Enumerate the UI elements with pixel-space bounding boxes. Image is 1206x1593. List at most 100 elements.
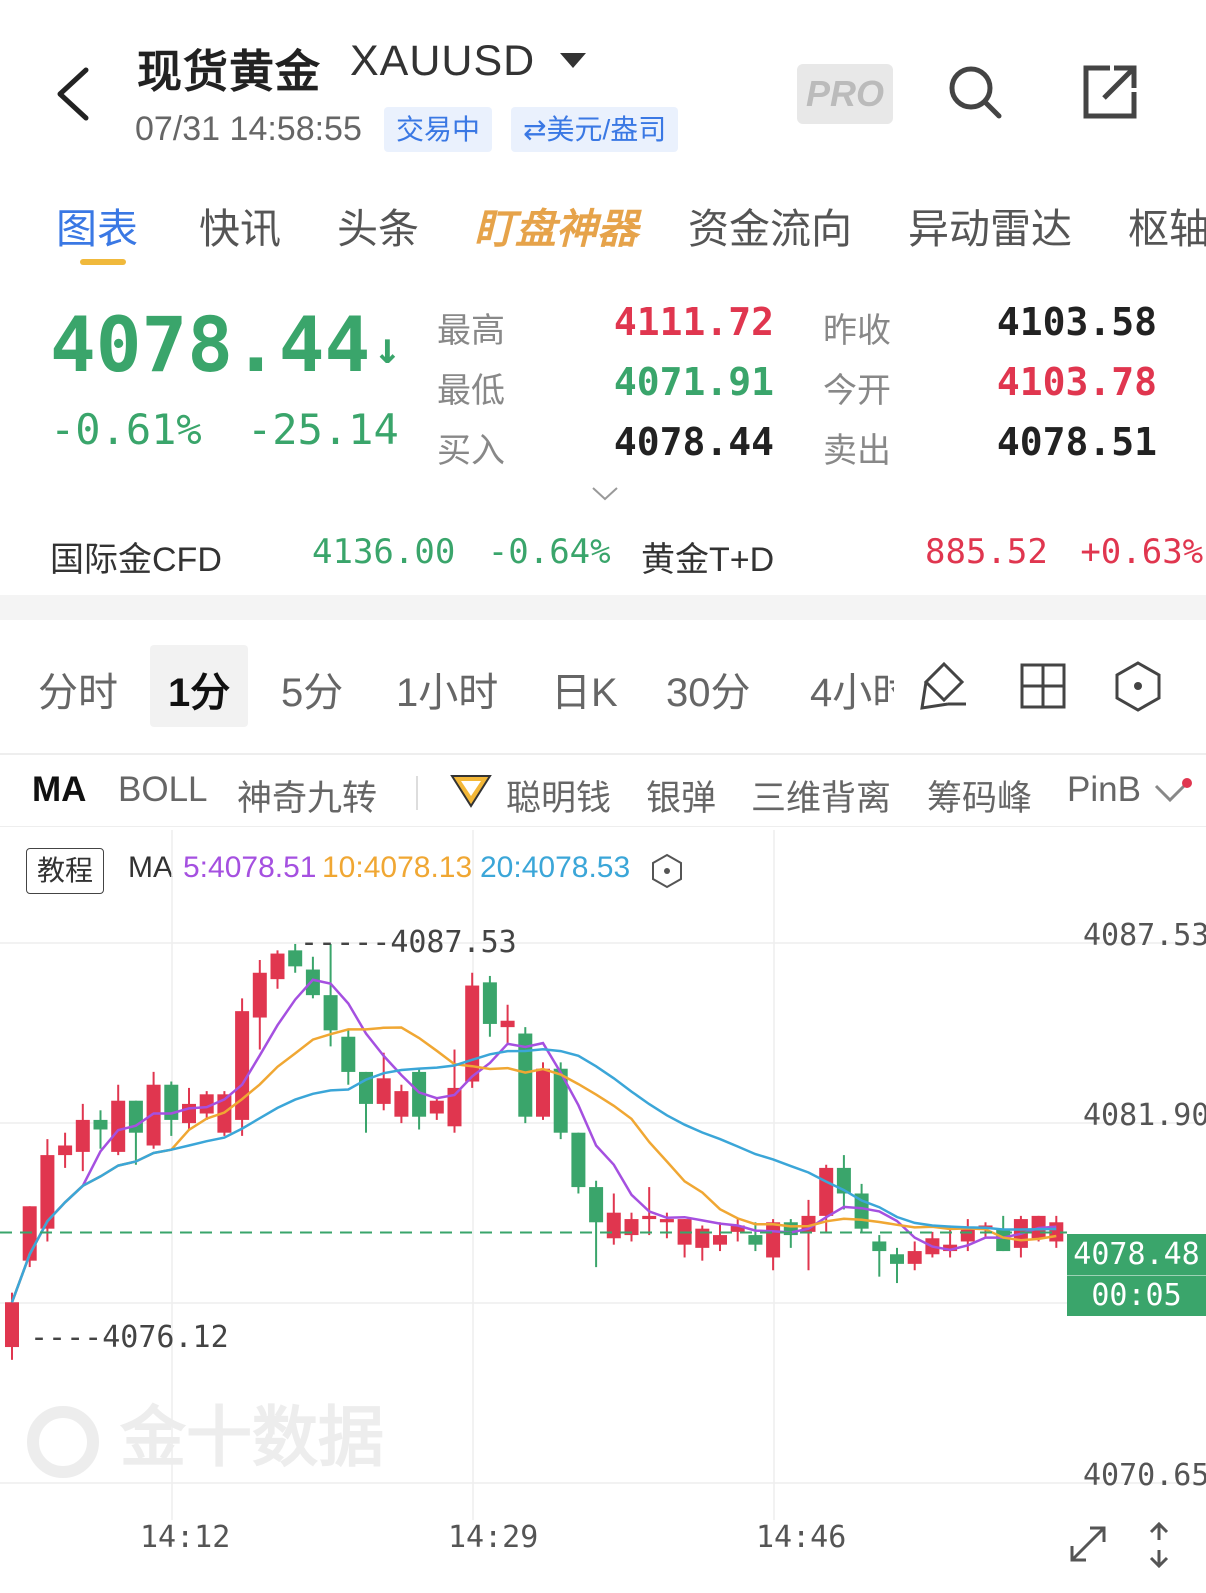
fullscreen-button[interactable] [1066,1522,1110,1566]
tab-headlines[interactable]: 头条 [337,195,419,255]
candle [93,1110,108,1149]
expand-quote-button[interactable] [590,484,620,504]
status-badge: 交易中 [384,107,493,152]
chevron-left-icon [57,67,89,121]
candle [482,975,497,1037]
y-tick-label: 4070.65 [1083,1458,1206,1493]
candlestick-chart[interactable]: 金十数据 [0,830,1206,1550]
candle [1013,1215,1028,1258]
period-tab-1min[interactable]: 1分 [168,660,230,718]
related-2-quote: 885.52 +0.63% [925,532,1203,572]
indicator-pinbar[interactable]: PinB [1067,770,1141,810]
related-2-price: 885.52 [925,532,1048,572]
candle-body [748,1235,763,1245]
indicator-more-button[interactable] [1152,778,1192,808]
indicator-silver-bullet[interactable]: 银弹 [646,770,716,821]
page-title: 现货黄金 [137,46,322,97]
y-tick-label: 4081.90 [1083,1098,1206,1133]
currency-unit-badge[interactable]: ⇄美元/盎司 [511,107,679,152]
chart-settings-button[interactable] [1113,660,1163,712]
chevron-down-icon [1154,778,1192,803]
candle-body [872,1241,887,1252]
current-price-label: 4078.48 [1067,1234,1206,1276]
search-button[interactable] [945,62,1005,122]
candle-body [270,953,285,980]
candle-body [642,1215,657,1220]
indicator-3d-divergence[interactable]: 三维背离 [751,770,891,821]
candle [571,1132,586,1194]
candle-body [536,1068,550,1117]
candle [589,1180,604,1268]
tab-flash-news[interactable]: 快讯 [199,195,281,255]
candle-body [93,1119,108,1130]
candle-body [606,1212,621,1239]
candle-body [482,982,497,1024]
ask-label: 卖出 [823,432,891,470]
last-price: 4078.44↓ [50,300,401,389]
candle [252,959,267,1050]
candle-body [890,1254,904,1264]
draw-tool-button[interactable] [918,660,970,712]
tab-anomaly-radar[interactable]: 异动雷达 [908,195,1072,255]
active-tab-indicator [80,259,126,265]
back-button[interactable] [50,62,100,126]
period-tab-1hour[interactable]: 1小时 [396,660,498,718]
period-tab-timeshare[interactable]: 分时 [38,660,118,718]
indicator-ma[interactable]: MA [32,770,86,810]
watermark-text: 金十数据 [119,1400,384,1474]
related-1-change: -0.64% [487,532,611,572]
tab-chart[interactable]: 图表 [56,195,138,255]
candle [872,1235,887,1277]
related-1-price: 4136.00 [312,532,456,572]
candle [713,1222,727,1252]
candle [394,1084,409,1124]
candle [943,1225,958,1258]
candle-body [589,1187,604,1223]
tab-fund-flow[interactable]: 资金流向 [688,195,852,255]
bid-value: 4078.44 [613,420,774,464]
caret-down-icon [560,53,586,68]
vertical-scale-button[interactable] [1146,1520,1172,1570]
tab-monitor-tool[interactable]: 盯盘神器 [474,195,638,255]
layout-grid-button[interactable] [1019,662,1067,710]
symbol-label: XAUUSD [350,37,536,85]
prev-close-label: 昨收 [823,312,891,350]
candle [518,1027,533,1124]
share-button[interactable] [1080,62,1140,122]
candle [907,1241,922,1271]
low-value: 4071.91 [613,360,774,404]
candle-countdown: 00:05 [1091,1278,1182,1313]
ask-value: 4078.51 [996,420,1157,464]
period-tab-30min[interactable]: 30分 [666,660,751,718]
candle [890,1247,904,1284]
pro-button[interactable]: PRO [797,64,893,124]
candle [836,1155,851,1210]
indicator-chip-peak[interactable]: 筹码峰 [927,770,1032,821]
indicator-boll[interactable]: BOLL [118,770,208,810]
x-tick-label: 14:12 [140,1520,231,1555]
related-1-name[interactable]: 国际金CFD [50,532,222,581]
candle [40,1139,55,1242]
candle [22,1206,37,1268]
candle [305,956,320,999]
symbol-selector[interactable]: XAUUSD [350,37,600,89]
related-2-change: +0.63% [1080,532,1204,572]
candle [58,1132,73,1168]
period-tab-4hour[interactable]: 4小时 [810,660,894,718]
candle-body [907,1251,922,1264]
indicator-td9[interactable]: 神奇九转 [237,770,377,821]
candle-body [500,1020,515,1028]
candle-body [146,1084,161,1146]
candle [465,972,480,1088]
period-tab-daily[interactable]: 日K [551,660,618,718]
period-tab-5min[interactable]: 5分 [281,660,343,718]
max-price-marker: -----4087.53 [300,925,517,960]
tab-pivot[interactable]: 枢轴 [1128,195,1206,255]
candle-body [341,1036,356,1072]
indicator-smart-money[interactable]: 聪明钱 [506,770,611,821]
high-label: 最高 [437,312,505,350]
related-2-name[interactable]: 黄金T+D [641,532,774,581]
candle-body [376,1078,391,1104]
candle [500,1004,515,1044]
x-tick-label: 14:29 [448,1520,539,1555]
